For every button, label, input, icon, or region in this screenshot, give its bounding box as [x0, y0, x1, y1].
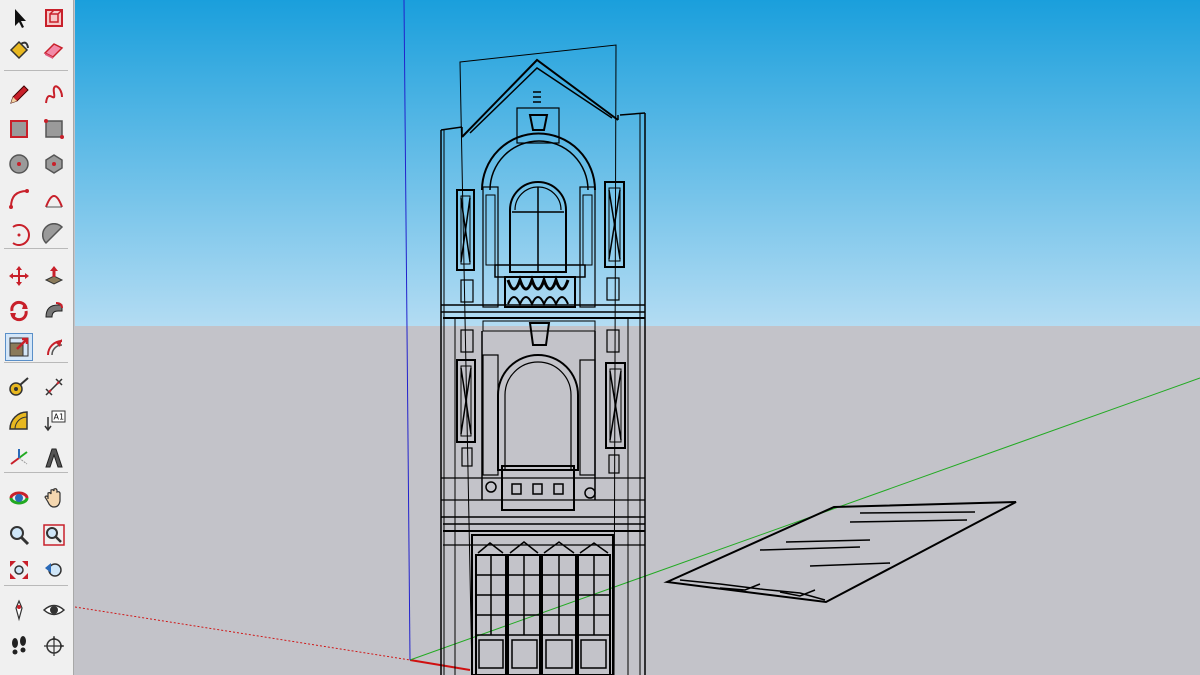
paint-bucket-icon [9, 40, 29, 60]
model-viewport[interactable] [75, 0, 1200, 675]
rotate-tool[interactable] [5, 297, 33, 325]
three-point-arc-icon [12, 224, 30, 246]
zoom-extents-tool[interactable] [5, 556, 33, 584]
pencil-icon [10, 85, 29, 104]
text-icon: A1 [44, 410, 66, 432]
make-component-tool[interactable] [40, 4, 68, 32]
zoom-window-tool[interactable] [40, 521, 68, 549]
polygon-icon [45, 154, 63, 174]
magnifier-icon [10, 526, 30, 546]
select-tool[interactable] [5, 4, 33, 32]
scale-tool[interactable] [5, 333, 33, 361]
axes-icon [10, 449, 28, 465]
freehand-tool[interactable] [40, 81, 68, 109]
3d-text-icon [45, 448, 63, 468]
follow-me-icon [45, 302, 63, 318]
previous-view-icon [45, 563, 62, 577]
section-plane-tool[interactable] [40, 632, 68, 660]
freehand-icon [45, 85, 63, 104]
axes-tool[interactable] [5, 444, 33, 472]
push-pull-tool[interactable] [40, 262, 68, 290]
orbit-tool[interactable] [5, 484, 33, 512]
dimension-tool[interactable] [40, 373, 68, 401]
walk-tool[interactable] [5, 632, 33, 660]
tape-measure-icon [9, 377, 29, 396]
tool-palette: A1 [0, 0, 74, 675]
zoom-extents-icon [10, 561, 28, 579]
rectangle-icon [10, 120, 28, 138]
footprints-icon [12, 636, 26, 655]
offset-tool[interactable] [40, 333, 68, 361]
pie-tool[interactable] [40, 221, 68, 249]
protractor-tool[interactable] [5, 407, 33, 435]
toolbar-separator [4, 70, 68, 71]
rotated-rectangle-tool[interactable] [40, 115, 68, 143]
position-camera-icon [15, 599, 23, 622]
text-tool-tag: A1 [54, 413, 65, 422]
zoom-window-icon [43, 524, 65, 546]
section-plane-icon [44, 636, 64, 656]
eye-icon [42, 604, 66, 616]
move-tool[interactable] [5, 262, 33, 290]
look-around-tool[interactable] [40, 596, 68, 624]
orbit-icon [9, 491, 29, 505]
previous-view-tool[interactable] [40, 556, 68, 584]
pie-icon [42, 223, 64, 245]
move-icon [9, 266, 29, 286]
follow-me-tool[interactable] [40, 297, 68, 325]
rotated-rectangle-icon [44, 119, 64, 139]
eraser-icon [43, 43, 64, 59]
two-point-arc-icon [45, 195, 63, 208]
sky-background [75, 0, 1200, 326]
arrow-icon [15, 9, 26, 28]
line-tool[interactable] [5, 81, 33, 109]
toolbar-separator [4, 362, 68, 363]
paint-bucket-tool[interactable] [5, 36, 33, 64]
protractor-icon [9, 411, 28, 430]
offset-icon [47, 339, 63, 356]
polygon-tool[interactable] [40, 150, 68, 178]
arc-tool[interactable] [5, 185, 33, 213]
3d-text-tool[interactable] [40, 444, 68, 472]
scale-icon [9, 337, 29, 357]
position-camera-tool[interactable] [5, 596, 33, 624]
arc-icon [9, 189, 29, 209]
push-pull-icon [44, 266, 64, 285]
text-tool[interactable]: A1 [40, 407, 68, 435]
pan-tool[interactable] [40, 484, 68, 512]
toolbar-separator [4, 472, 68, 473]
two-point-arc-tool[interactable] [40, 185, 68, 213]
zoom-tool[interactable] [5, 521, 33, 549]
rotate-icon [10, 300, 28, 322]
component-icon [45, 9, 63, 27]
circle-icon [9, 154, 29, 174]
three-point-arc-tool[interactable] [5, 221, 33, 249]
hand-icon [44, 488, 61, 508]
circle-tool[interactable] [5, 150, 33, 178]
dimension-icon [45, 378, 63, 396]
rectangle-tool[interactable] [5, 115, 33, 143]
eraser-tool[interactable] [40, 36, 68, 64]
toolbar-separator [4, 585, 68, 586]
tape-measure-tool[interactable] [5, 373, 33, 401]
